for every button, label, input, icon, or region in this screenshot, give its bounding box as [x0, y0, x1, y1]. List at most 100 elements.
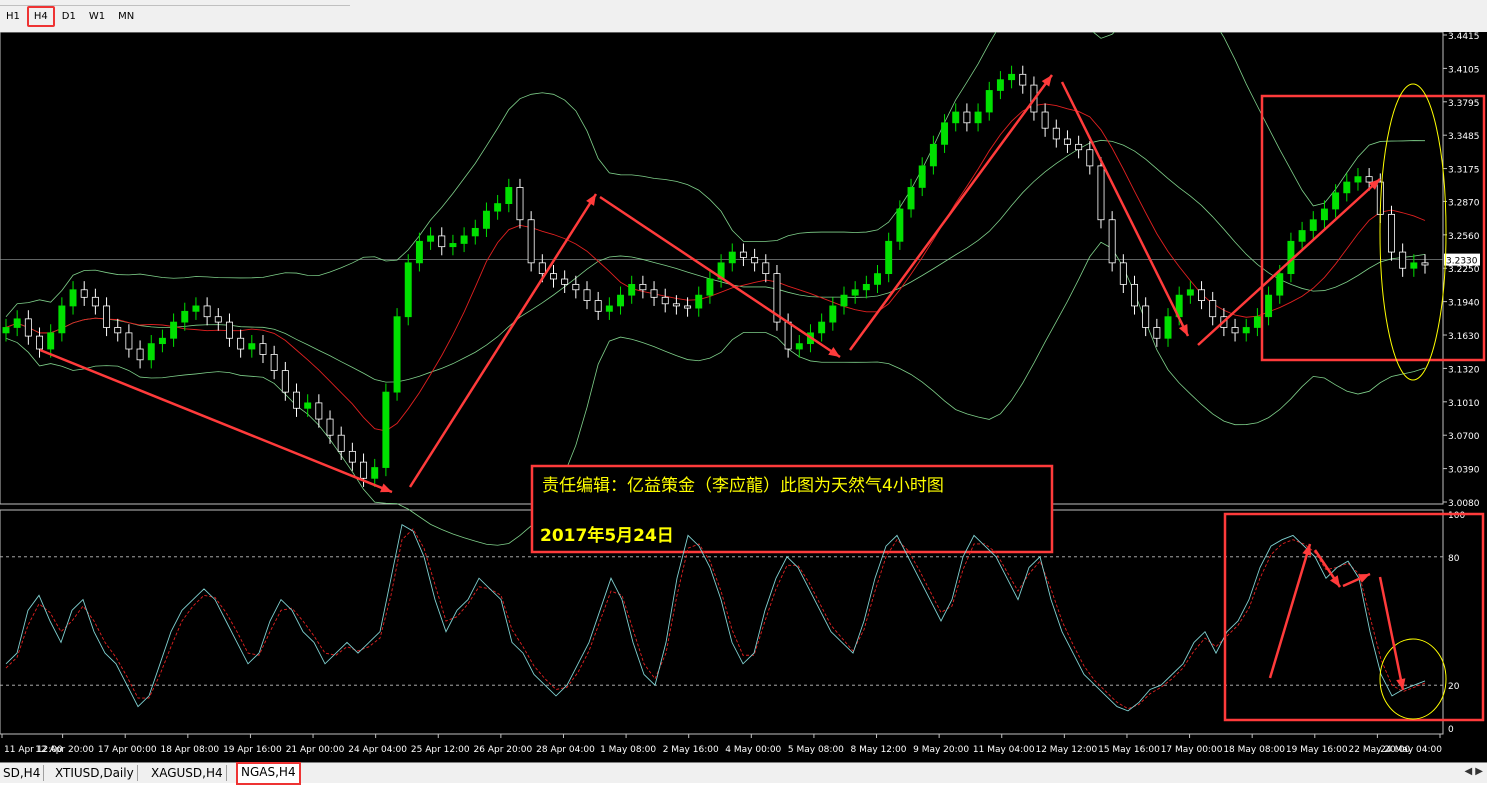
timeframe-h1[interactable]: H1 [0, 7, 26, 26]
candle-body [270, 354, 278, 371]
candle-body [1142, 305, 1150, 328]
candle-body [907, 187, 915, 210]
time-axis-label: 19 Apr 16:00 [223, 745, 282, 755]
candle-body [751, 257, 759, 264]
candle-body [259, 343, 267, 355]
candle-body [91, 296, 99, 307]
candle-body [1108, 219, 1116, 264]
price-axis-label: 3.1940 [1448, 299, 1480, 309]
candle-body [561, 278, 569, 285]
tab-sd-h4[interactable]: SD,H4 [0, 765, 45, 781]
candle-body [1410, 262, 1418, 269]
candle-body [225, 321, 233, 339]
candle-body [1075, 143, 1083, 151]
candle-body [985, 90, 993, 113]
candle-body [672, 303, 680, 307]
candle-body [829, 305, 837, 323]
price-axis-label: 3.0080 [1448, 499, 1480, 509]
candle-body [80, 289, 88, 298]
candle-body [762, 262, 770, 275]
tab-xagusd-h4[interactable]: XAGUSD,H4 [148, 765, 227, 781]
candle-body [784, 321, 792, 350]
price-axis-label: 3.4105 [1448, 65, 1480, 75]
candle-body [170, 321, 178, 339]
candle-body [1343, 181, 1351, 194]
time-axis-label: 24 May 04:00 [1380, 745, 1442, 755]
candle-body [103, 305, 111, 328]
candle-body [482, 210, 490, 229]
current-price-label: 3.2330 [1446, 257, 1478, 267]
price-axis-label: 3.2250 [1448, 265, 1480, 275]
osc-axis-label: 0 [1448, 725, 1454, 735]
chart-area[interactable]: 3.4415 3.4105 3.3795 3.3485 3.3175 3.2870 3.25… [0, 32, 1487, 762]
time-axis-label: 25 Apr 12:00 [411, 745, 470, 755]
candle-body [449, 243, 457, 248]
price-axis-label: 3.2560 [1448, 232, 1480, 242]
candle-body [471, 227, 479, 237]
candle-body [963, 111, 971, 124]
candle-body [1119, 262, 1127, 285]
candle-body [293, 391, 300, 409]
candle-body [572, 283, 580, 291]
candle-body [326, 418, 334, 436]
candle-body [460, 235, 468, 244]
candle-body [1186, 289, 1194, 296]
time-axis-label: 8 May 12:00 [851, 745, 907, 755]
osc-axis-label: 80 [1448, 554, 1460, 564]
candle-body [695, 294, 703, 309]
candle-body [24, 318, 32, 337]
candle-body [281, 370, 289, 393]
timeframe-mn[interactable]: MN [112, 7, 140, 26]
candle-body [415, 240, 423, 264]
tab-scroll-arrows-icon[interactable]: ◀ ▶ [1464, 766, 1483, 777]
price-axis-label: 3.4415 [1448, 32, 1480, 42]
candle-body [1242, 327, 1250, 334]
candle-body [538, 262, 546, 275]
candle-body [427, 235, 435, 242]
tab-xtiusd-daily[interactable]: XTIUSD,Daily [52, 765, 138, 781]
candle-body [2, 327, 10, 334]
timeframe-h4[interactable]: H4 [26, 6, 55, 27]
candle-body [594, 300, 602, 312]
candle-body [818, 321, 826, 334]
timeframe-d1[interactable]: D1 [56, 7, 82, 26]
candle-body [315, 402, 323, 420]
price-axis-label: 3.3175 [1448, 166, 1480, 176]
candle-body [650, 289, 658, 298]
price-axis-label: 3.3485 [1448, 132, 1480, 142]
price-axis-label: 3.0390 [1448, 466, 1480, 476]
candle-body [192, 305, 200, 312]
candle-body [393, 316, 401, 393]
candle-body [941, 122, 949, 145]
candle-body [516, 187, 524, 221]
candle-body [1052, 127, 1060, 140]
annotation-date: 2017年5月24日 [540, 525, 674, 546]
candle-body [996, 79, 1004, 91]
candle-body [1276, 273, 1284, 296]
candle-body [1063, 138, 1071, 145]
candle-body [639, 283, 647, 291]
candle-body [1298, 230, 1306, 242]
time-axis-label: 17 Apr 00:00 [98, 745, 157, 755]
candle-body [237, 337, 245, 350]
candle-body [304, 402, 312, 409]
price-axis-label: 3.1320 [1448, 365, 1480, 375]
timeframe-w1[interactable]: W1 [83, 7, 111, 26]
candle-body [1131, 283, 1138, 307]
candle-body [851, 289, 859, 296]
candle-body [739, 251, 747, 258]
candle-body [337, 434, 345, 452]
candle-body [661, 296, 669, 305]
candle-body [1041, 111, 1049, 129]
candle-body [583, 289, 591, 301]
candle-body [58, 305, 66, 334]
candle-body [36, 335, 43, 350]
time-axis-label: 1 May 08:00 [600, 745, 656, 755]
candle-body [1231, 327, 1239, 334]
price-axis-label: 3.2870 [1448, 198, 1480, 208]
annotation-title: 责任编辑：亿益策金（李应龍）此图为天然气4小时图 [542, 476, 944, 496]
price-axis-label: 3.1630 [1448, 332, 1480, 342]
candle-body [1388, 213, 1395, 253]
time-axis-label: 24 Apr 04:00 [348, 745, 407, 755]
candle-body [382, 391, 390, 468]
